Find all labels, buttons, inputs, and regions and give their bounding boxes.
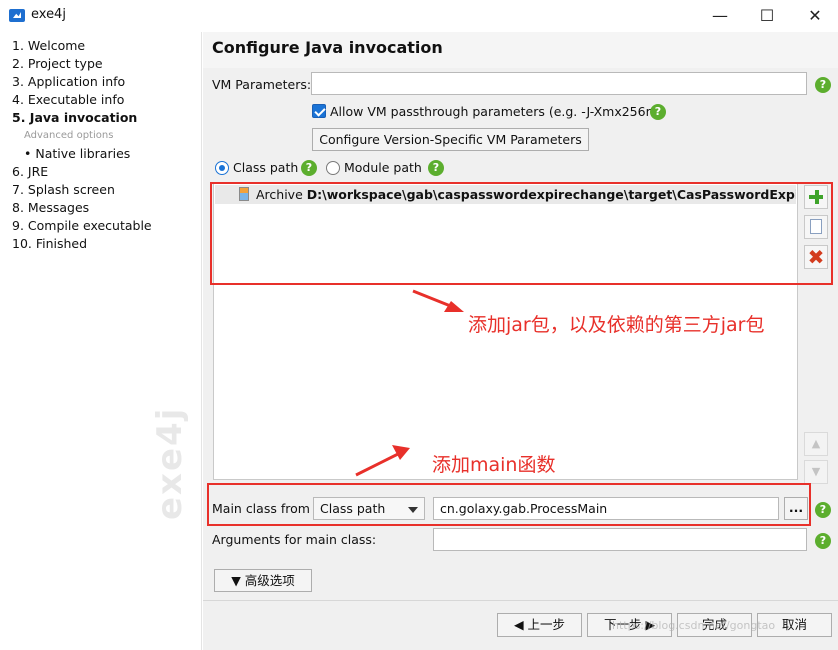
main-class-from-label: Main class from [212,501,310,516]
step-jre[interactable]: 6. JRE [12,164,48,179]
page-title: Configure Java invocation [212,38,443,57]
passthrough-checkbox[interactable] [312,104,326,118]
step-native-libraries[interactable]: • Native libraries [24,146,130,161]
back-label: 上一步 [527,617,566,632]
close-button[interactable]: ✕ [792,0,838,32]
arrow-to-main [355,450,403,477]
arguments-input[interactable] [433,528,807,551]
move-up-button[interactable]: ▲ [804,432,828,456]
minimize-button[interactable]: — [697,0,743,32]
main-class-input[interactable]: cn.golaxy.gab.ProcessMain [433,497,779,520]
step-project-type[interactable]: 2. Project type [12,56,103,71]
vm-parameters-label: VM Parameters: [212,77,312,92]
modulepath-radio-label: Module path [344,160,422,175]
back-button[interactable]: ◀ 上一步 [497,613,582,637]
passthrough-help-icon[interactable]: ? [650,104,666,120]
vm-parameters-input[interactable] [311,72,807,95]
advanced-options-label: Advanced options [24,130,114,141]
step-application-info[interactable]: 3. Application info [12,74,125,89]
step-splash-screen[interactable]: 7. Splash screen [12,182,115,197]
arguments-label: Arguments for main class: [212,532,377,547]
triangle-left-icon: ◀ [513,617,524,632]
classpath-radio[interactable] [215,161,229,175]
arrow-head-classpath [444,301,464,312]
annotation-box-classpath [210,182,833,285]
vm-params-help-icon[interactable]: ? [815,77,831,93]
step-messages[interactable]: 8. Messages [12,200,89,215]
footer-separator [203,600,838,601]
classpath-help-icon[interactable]: ? [301,160,317,176]
step-finished[interactable]: 10. Finished [12,236,87,251]
step-java-invocation[interactable]: 5. Java invocation [12,110,137,125]
version-specific-vm-button[interactable]: Configure Version-Specific VM Parameters [312,128,589,151]
title-bar: exe4j — ☐ ✕ [0,0,838,32]
passthrough-label: Allow VM passthrough parameters (e.g. -J… [330,104,663,119]
annotation-main: 添加main函数 [432,454,556,476]
step-compile-executable[interactable]: 9. Compile executable [12,218,152,233]
triangle-down-icon: ▼ [231,573,241,588]
main-class-help-icon[interactable]: ? [815,502,831,518]
annotation-jar: 添加jar包，以及依赖的第三方jar包 [468,314,765,336]
sidebar-watermark: exe4j [150,406,190,520]
browse-main-class-button[interactable]: ... [784,497,808,520]
csdn-watermark: https://blog.csdn.net/gongtao [612,619,776,632]
main-class-source-select[interactable]: Class path [313,497,425,520]
modulepath-radio[interactable] [326,161,340,175]
arrow-head-main [392,445,410,460]
step-welcome[interactable]: 1. Welcome [12,38,85,53]
advanced-options-label: 高级选项 [244,573,295,588]
move-down-button[interactable]: ▼ [804,460,828,484]
advanced-options-button[interactable]: ▼ 高级选项 [214,569,312,592]
maximize-button[interactable]: ☐ [744,0,790,32]
arguments-help-icon[interactable]: ? [815,533,831,549]
main-class-value: cn.golaxy.gab.ProcessMain [440,501,608,516]
window-title: exe4j [31,7,66,22]
modulepath-help-icon[interactable]: ? [428,160,444,176]
app-icon [9,9,25,22]
step-executable-info[interactable]: 4. Executable info [12,92,124,107]
main-class-source-value: Class path [320,501,386,516]
classpath-radio-label: Class path [233,160,299,175]
chevron-down-icon [408,507,418,513]
